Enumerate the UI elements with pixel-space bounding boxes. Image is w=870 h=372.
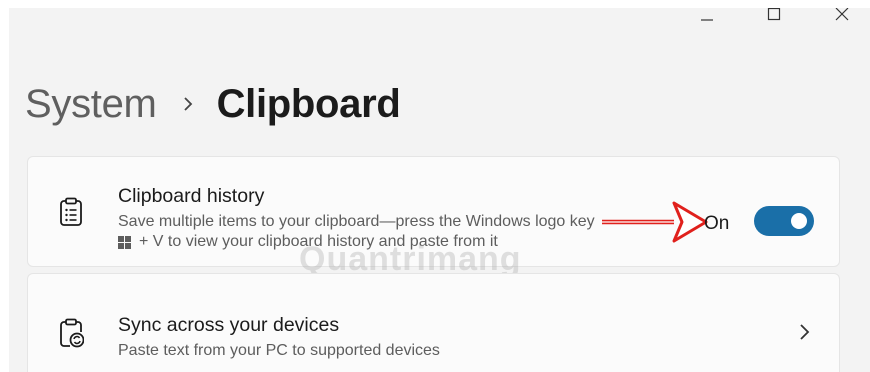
close-icon (835, 8, 849, 21)
clipboard-sync-icon (60, 318, 84, 348)
breadcrumb-chevron-icon (183, 96, 193, 112)
clipboard-list-icon (60, 197, 82, 226)
clipboard-history-toggle[interactable] (754, 206, 814, 236)
toggle-state-label: On (704, 213, 730, 234)
windows-logo-icon (118, 235, 131, 249)
sync-devices-card[interactable]: Sync across your devices Paste text from… (27, 273, 840, 372)
toggle-knob (791, 213, 807, 229)
settings-window: System Clipboard Clipboard history Save … (9, 8, 870, 372)
clipboard-history-description-text: + V to view your clipboard history and p… (139, 233, 498, 250)
breadcrumb: System Clipboard (25, 76, 401, 132)
minimize-icon (701, 19, 713, 21)
clipboard-history-card: Clipboard history Save multiple items to… (27, 156, 840, 267)
clipboard-history-description-line2: + V to view your clipboard history and p… (118, 232, 498, 252)
maximize-icon (767, 8, 781, 21)
sync-devices-description: Paste text from your PC to supported dev… (118, 342, 440, 359)
maximize-button[interactable] (751, 8, 797, 26)
red-arrow-annotation (602, 201, 708, 243)
clipboard-history-title: Clipboard history (118, 185, 265, 207)
minimize-button[interactable] (684, 8, 730, 26)
close-button[interactable] (819, 8, 865, 26)
sync-devices-title: Sync across your devices (118, 314, 340, 336)
clipboard-history-description: Save multiple items to your clipboard—pr… (118, 213, 595, 230)
breadcrumb-parent[interactable]: System (25, 82, 157, 127)
chevron-right-icon (800, 324, 810, 340)
page-title: Clipboard (216, 81, 401, 126)
